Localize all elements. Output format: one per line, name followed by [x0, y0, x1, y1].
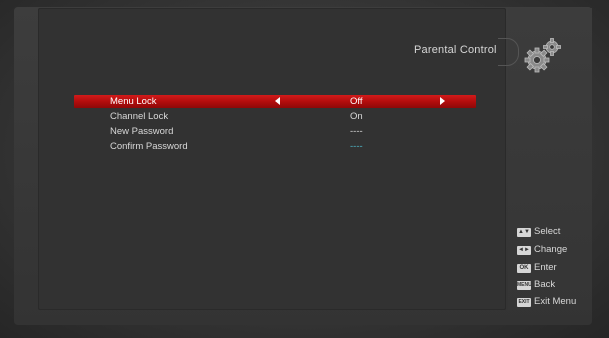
setting-value: On — [350, 111, 363, 122]
setting-label: Channel Lock — [110, 111, 169, 122]
setting-row-new-password[interactable]: New Password ---- — [74, 125, 476, 138]
gears-icon — [521, 36, 565, 76]
setting-label: New Password — [110, 126, 174, 137]
left-right-key-icon: ◄► — [517, 245, 531, 255]
password-value[interactable]: ---- — [350, 125, 363, 138]
help-text: Exit Menu — [534, 296, 577, 307]
setting-label: Menu Lock — [110, 96, 157, 107]
setting-label: Confirm Password — [110, 141, 188, 152]
password-value[interactable]: ---- — [350, 140, 363, 153]
ok-key-icon: OK — [517, 263, 531, 273]
help-text: Enter — [534, 262, 557, 273]
help-text: Back — [534, 279, 556, 290]
up-down-key-icon: ▲▼ — [517, 227, 531, 237]
page-title: Parental Control — [414, 44, 497, 56]
arrow-left-icon[interactable] — [275, 97, 280, 105]
help-text: Change — [534, 244, 568, 255]
menu-key-icon: MENU — [517, 280, 532, 290]
exit-key-icon: EXIT — [517, 297, 531, 307]
setting-row-menu-lock[interactable]: Menu Lock Off — [74, 95, 476, 108]
help-select: ▲▼ Select — [517, 226, 560, 238]
help-exit: EXIT Exit Menu — [517, 296, 576, 308]
help-back: MENU Back — [517, 279, 555, 291]
setting-row-confirm-password[interactable]: Confirm Password ---- — [74, 140, 476, 153]
title-tab — [498, 38, 519, 66]
setting-row-channel-lock[interactable]: Channel Lock On — [74, 110, 476, 123]
help-enter: OK Enter — [517, 262, 557, 274]
help-change: ◄► Change — [517, 244, 567, 256]
arrow-right-icon[interactable] — [440, 97, 445, 105]
help-text: Select — [534, 226, 561, 237]
setting-value: Off — [350, 96, 363, 107]
